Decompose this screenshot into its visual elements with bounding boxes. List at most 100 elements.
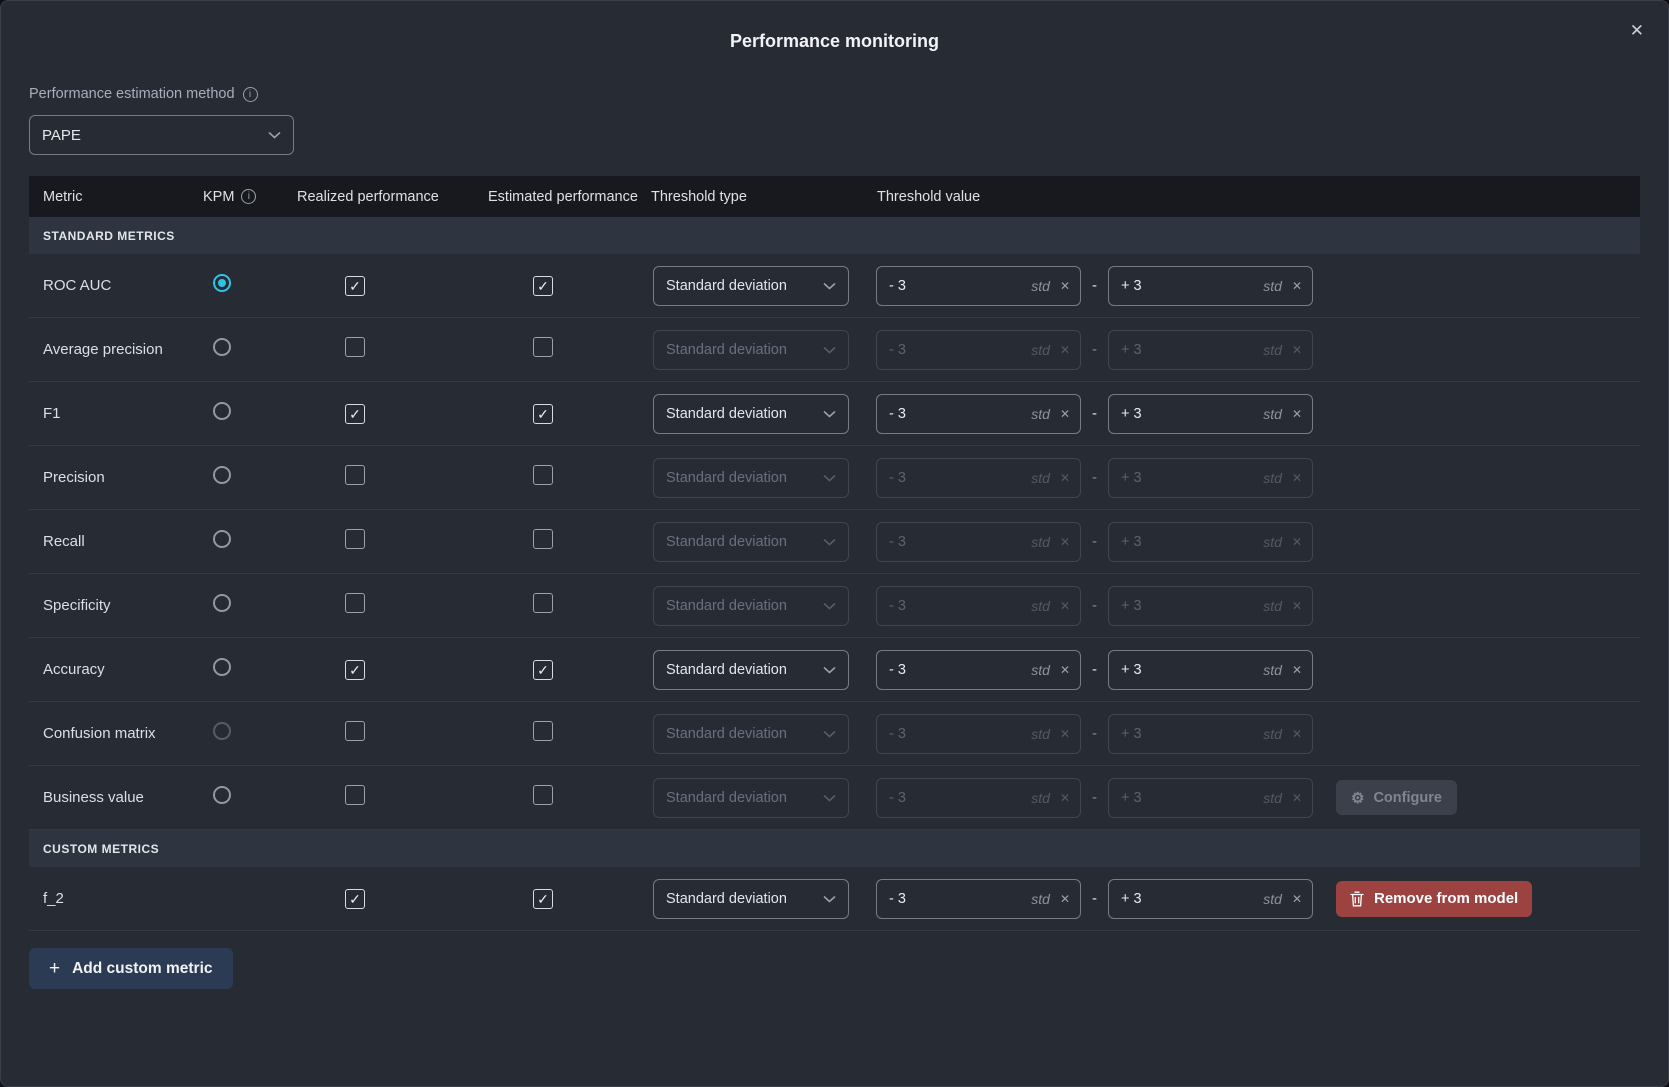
threshold-range-separator: - — [1092, 725, 1097, 742]
clear-icon[interactable]: ✕ — [1060, 663, 1070, 677]
estimated-performance-checkbox[interactable] — [533, 529, 553, 549]
column-header-metric: Metric — [29, 189, 191, 205]
threshold-upper-input[interactable]: + 3 std ✕ — [1108, 266, 1313, 306]
threshold-upper-input: + 3 std ✕ — [1108, 586, 1313, 626]
metric-label: Specificity — [29, 597, 191, 614]
trash-icon — [1350, 891, 1364, 907]
threshold-range-separator: - — [1092, 469, 1097, 486]
column-header-estimated-performance: Estimated performance — [471, 189, 644, 205]
realized-performance-checkbox[interactable] — [345, 465, 365, 485]
realized-performance-checkbox[interactable] — [345, 721, 365, 741]
threshold-lower-input[interactable]: - 3 std ✕ — [876, 650, 1081, 690]
clear-icon: ✕ — [1060, 471, 1070, 485]
table-header-row: Metric KPM Realized performance Estimate… — [29, 176, 1640, 217]
clear-icon[interactable]: ✕ — [1060, 279, 1070, 293]
kpm-radio[interactable] — [213, 466, 231, 484]
add-custom-metric-button[interactable]: + Add custom metric — [29, 948, 233, 989]
threshold-range-separator: - — [1092, 789, 1097, 806]
threshold-range-separator: - — [1092, 341, 1097, 358]
row-confusion-matrix: Confusion matrix Standard deviation - 3 … — [29, 702, 1640, 766]
kpm-radio — [213, 722, 231, 740]
estimated-performance-checkbox[interactable] — [533, 785, 553, 805]
gear-icon: ⚙ — [1351, 789, 1364, 807]
estimated-performance-checkbox[interactable] — [533, 721, 553, 741]
kpm-radio[interactable] — [213, 274, 231, 292]
estimated-performance-checkbox[interactable] — [533, 889, 553, 909]
realized-performance-checkbox[interactable] — [345, 276, 365, 296]
estimation-method-select[interactable]: PAPE — [29, 115, 294, 155]
row-f1: F1 Standard deviation - 3 std ✕ - + 3 — [29, 382, 1640, 446]
kpm-radio[interactable] — [213, 338, 231, 356]
column-header-threshold-type: Threshold type — [644, 189, 871, 205]
section-header-standard-metrics: STANDARD METRICS — [29, 217, 1640, 254]
column-header-kpm: KPM — [203, 189, 234, 205]
threshold-lower-input[interactable]: - 3 std ✕ — [876, 394, 1081, 434]
threshold-upper-input[interactable]: + 3 std ✕ — [1108, 394, 1313, 434]
estimated-performance-checkbox[interactable] — [533, 660, 553, 680]
clear-icon[interactable]: ✕ — [1292, 663, 1302, 677]
threshold-lower-input[interactable]: - 3 std ✕ — [876, 266, 1081, 306]
threshold-type-value: Standard deviation — [666, 342, 787, 358]
threshold-type-value: Standard deviation — [666, 790, 787, 806]
clear-icon: ✕ — [1292, 791, 1302, 805]
metric-label: Recall — [29, 533, 191, 550]
kpm-radio[interactable] — [213, 594, 231, 612]
threshold-type-value: Standard deviation — [666, 534, 787, 550]
configure-button: ⚙ Configure — [1336, 780, 1457, 815]
estimated-performance-checkbox[interactable] — [533, 465, 553, 485]
estimated-performance-checkbox[interactable] — [533, 276, 553, 296]
kpm-radio[interactable] — [213, 402, 231, 420]
row-recall: Recall Standard deviation - 3 std ✕ - + … — [29, 510, 1640, 574]
estimated-performance-checkbox[interactable] — [533, 593, 553, 613]
realized-performance-checkbox[interactable] — [345, 337, 365, 357]
info-icon[interactable] — [243, 87, 258, 102]
clear-icon[interactable]: ✕ — [1292, 407, 1302, 421]
modal-title: Performance monitoring — [1, 31, 1668, 52]
chevron-down-icon — [268, 131, 281, 139]
row-business-value: Business value Standard deviation - 3 st… — [29, 766, 1640, 830]
estimated-performance-checkbox[interactable] — [533, 337, 553, 357]
threshold-upper-input: + 3 std ✕ — [1108, 330, 1313, 370]
realized-performance-checkbox[interactable] — [345, 529, 365, 549]
threshold-lower-input: - 3 std ✕ — [876, 330, 1081, 370]
kpm-radio[interactable] — [213, 658, 231, 676]
close-button[interactable]: ✕ — [1626, 17, 1648, 45]
threshold-upper-input: + 3 std ✕ — [1108, 458, 1313, 498]
threshold-range-separator: - — [1092, 890, 1097, 907]
threshold-type-select: Standard deviation — [653, 586, 849, 626]
threshold-upper-input[interactable]: + 3 std ✕ — [1108, 879, 1313, 919]
remove-from-model-button[interactable]: Remove from model — [1336, 881, 1532, 917]
clear-icon[interactable]: ✕ — [1292, 279, 1302, 293]
realized-performance-checkbox[interactable] — [345, 660, 365, 680]
threshold-range-separator: - — [1092, 277, 1097, 294]
chevron-down-icon — [823, 410, 836, 418]
plus-icon: + — [49, 958, 60, 980]
threshold-type-select[interactable]: Standard deviation — [653, 394, 849, 434]
kpm-radio[interactable] — [213, 786, 231, 804]
metric-label: Precision — [29, 469, 191, 486]
clear-icon: ✕ — [1060, 343, 1070, 357]
realized-performance-checkbox[interactable] — [345, 889, 365, 909]
threshold-type-select: Standard deviation — [653, 778, 849, 818]
estimation-method-value: PAPE — [42, 127, 81, 144]
clear-icon[interactable]: ✕ — [1292, 892, 1302, 906]
kpm-radio[interactable] — [213, 530, 231, 548]
threshold-type-select: Standard deviation — [653, 714, 849, 754]
estimated-performance-checkbox[interactable] — [533, 404, 553, 424]
realized-performance-checkbox[interactable] — [345, 404, 365, 424]
threshold-type-select[interactable]: Standard deviation — [653, 266, 849, 306]
threshold-type-select[interactable]: Standard deviation — [653, 650, 849, 690]
row-average-precision: Average precision Standard deviation - 3… — [29, 318, 1640, 382]
clear-icon: ✕ — [1292, 343, 1302, 357]
threshold-type-select[interactable]: Standard deviation — [653, 879, 849, 919]
clear-icon[interactable]: ✕ — [1060, 892, 1070, 906]
threshold-upper-input[interactable]: + 3 std ✕ — [1108, 650, 1313, 690]
chevron-down-icon — [823, 794, 836, 802]
realized-performance-checkbox[interactable] — [345, 593, 365, 613]
threshold-lower-input[interactable]: - 3 std ✕ — [876, 879, 1081, 919]
clear-icon[interactable]: ✕ — [1060, 407, 1070, 421]
info-icon[interactable] — [241, 189, 256, 204]
realized-performance-checkbox[interactable] — [345, 785, 365, 805]
chevron-down-icon — [823, 346, 836, 354]
threshold-lower-input: - 3 std ✕ — [876, 778, 1081, 818]
